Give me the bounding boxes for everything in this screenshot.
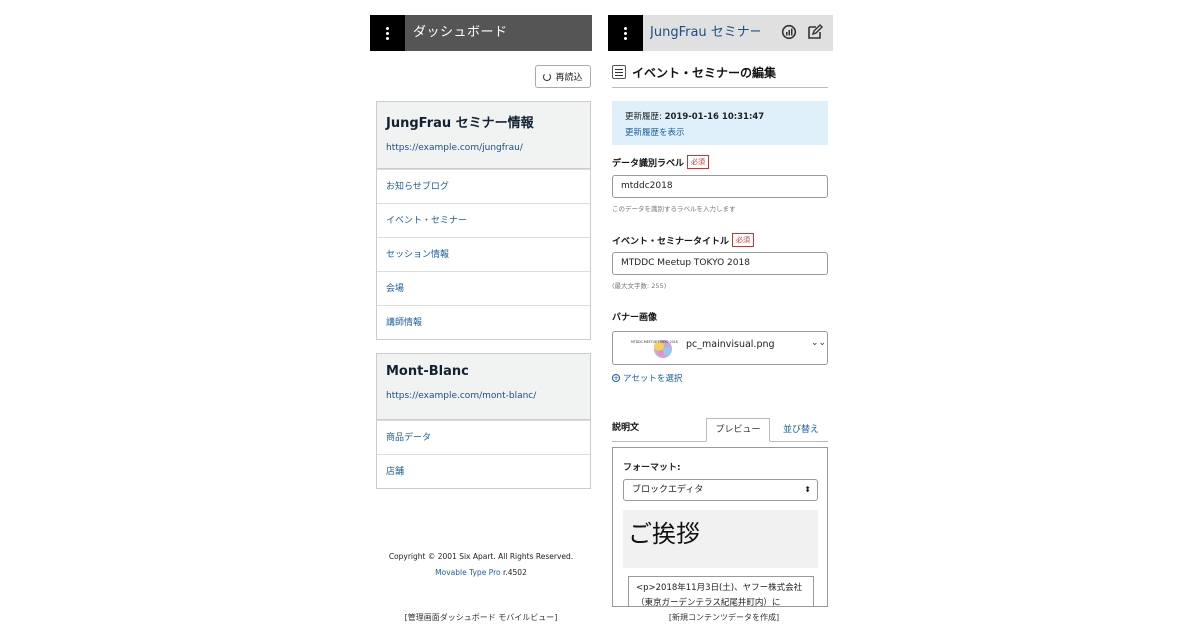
asset-filename: pc_mainvisual.png — [686, 339, 775, 350]
site-url[interactable]: https://example.com/jungfrau/ — [377, 131, 590, 153]
data-label-input[interactable]: mtddc2018 — [612, 175, 828, 198]
select-asset-link[interactable]: + アセットを選択 — [612, 372, 682, 384]
menu-item[interactable]: 会場 — [377, 271, 590, 305]
list-icon — [612, 65, 626, 79]
site-url[interactable]: https://example.com/mont-blanc/ — [377, 379, 590, 401]
data-label-hint: このデータを識別するラベルを入力します — [612, 205, 736, 213]
menu-item[interactable]: イベント・セミナー — [377, 203, 590, 237]
footer-version-line: Movable Type Pro r.4502 — [370, 568, 592, 577]
site-card-header: JungFrau セミナー情報 https://example.com/jung… — [377, 102, 590, 169]
tab-sort[interactable]: 並び替え — [774, 418, 828, 442]
field-label-description: 説明文 — [612, 423, 640, 433]
title-input[interactable]: MTDDC Meetup TOKYO 2018 — [612, 252, 828, 275]
dashboard-header: ダッシュボード — [370, 15, 592, 51]
site-name[interactable]: JungFrau セミナー情報 — [377, 102, 590, 131]
format-select[interactable]: ブロックエディタ ⬍ — [623, 479, 818, 501]
select-arrow-icon: ⬍ — [804, 485, 811, 494]
history-info-box: 更新履歴: 2019-01-16 10:31:47 更新履歴を表示 — [612, 101, 828, 145]
history-link[interactable]: 更新履歴を表示 — [625, 126, 828, 138]
menu-item[interactable]: 商品データ — [377, 420, 590, 454]
header-title: ダッシュボード — [413, 25, 508, 40]
kebab-menu-icon — [624, 26, 627, 40]
required-badge: 必須 — [732, 233, 755, 247]
field-label-title: イベント・セミナータイトル 必須 — [612, 233, 755, 247]
asset-thumbnail: MTDDC MEETUP TOKYO 2018 — [630, 336, 680, 360]
title-hint: (最大文字数: 255) — [612, 282, 667, 290]
stats-icon[interactable] — [781, 24, 797, 40]
reload-label: 再読込 — [555, 73, 583, 83]
site-card-mont-blanc: Mont-Blanc https://example.com/mont-blan… — [376, 353, 591, 489]
block-editor: フォーマット: ブロックエディタ ⬍ ご挨拶 <p>2018年11月3日(土)、… — [612, 447, 828, 607]
history-datetime: 2019-01-16 10:31:47 — [664, 112, 765, 122]
caption-left: [管理画面ダッシュボード モバイルビュー] — [404, 613, 558, 622]
required-badge: 必須 — [687, 155, 710, 169]
banner-asset-field[interactable]: MTDDC MEETUP TOKYO 2018 pc_mainvisual.pn… — [612, 331, 828, 365]
menu-item[interactable]: 店舗 — [377, 454, 590, 488]
menu-item[interactable]: セッション情報 — [377, 237, 590, 271]
menu-item[interactable]: 講師情報 — [377, 305, 590, 339]
history-line: 更新履歴: 2019-01-16 10:31:47 — [625, 110, 828, 122]
edit-icon[interactable] — [807, 24, 823, 40]
heading-block[interactable]: ご挨拶 — [623, 510, 818, 568]
site-card-jungfrau: JungFrau セミナー情報 https://example.com/jung… — [376, 101, 591, 340]
edit-header: JungFrau セミナー... — [608, 15, 833, 51]
thumb-text: MTDDC MEETUP TOKYO 2018 — [631, 340, 678, 344]
menu-item[interactable]: お知らせブログ — [377, 169, 590, 203]
version-text: r.4502 — [502, 568, 527, 577]
label-text: イベント・セミナータイトル — [612, 236, 730, 247]
page-title: イベント・セミナーの編集 — [632, 65, 777, 80]
page-title-row: イベント・セミナーの編集 — [612, 57, 828, 88]
menu-button[interactable] — [370, 15, 405, 51]
tab-preview[interactable]: プレビュー — [706, 418, 770, 442]
header-title: JungFrau セミナー... — [650, 25, 760, 40]
select-asset-label: アセットを選択 — [623, 374, 683, 384]
site-name[interactable]: Mont-Blanc — [377, 354, 590, 379]
product-link[interactable]: Movable Type Pro — [435, 568, 500, 577]
field-label-data-id: データ識別ラベル 必須 — [612, 155, 710, 169]
chevron-double-down-icon[interactable]: ⌄⌄ — [811, 338, 826, 348]
reload-button[interactable]: 再読込 — [535, 65, 591, 88]
footer-copyright: Copyright © 2001 Six Apart. All Rights R… — [388, 552, 574, 561]
caption-right: [新規コンテンツデータを作成] — [668, 613, 780, 622]
format-value: ブロックエディタ — [632, 485, 704, 495]
add-circle-icon: + — [612, 374, 620, 382]
kebab-menu-icon — [386, 26, 389, 40]
label-text: データ識別ラベル — [612, 158, 685, 169]
html-block[interactable]: <p>2018年11月3日(土)、ヤフー株式会社（東京ガーデンテラス紀尾井町内）… — [628, 576, 814, 606]
heading-text: ご挨拶 — [628, 520, 700, 548]
format-label: フォーマット: — [623, 463, 681, 473]
menu-button[interactable] — [608, 15, 643, 51]
refresh-icon — [543, 72, 552, 81]
site-card-header: Mont-Blanc https://example.com/mont-blan… — [377, 354, 590, 420]
field-label-banner: バナー画像 — [612, 313, 658, 323]
history-label: 更新履歴: — [625, 112, 662, 122]
